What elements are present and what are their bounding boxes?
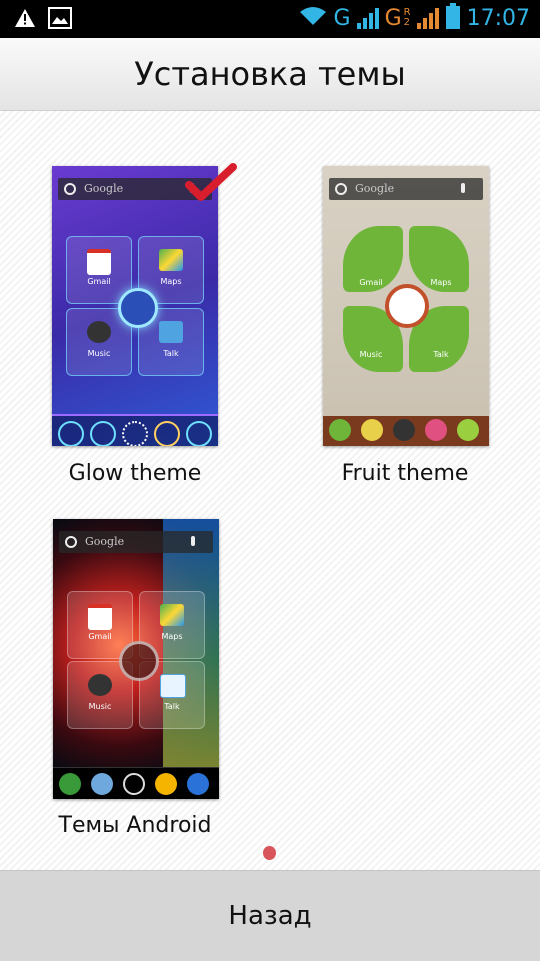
microphone-icon [461, 183, 465, 193]
signal-icon-2 [416, 7, 439, 29]
phone-icon [58, 421, 84, 446]
play-store-icon [118, 288, 158, 328]
browser-icon [186, 421, 212, 446]
messages-icon [154, 421, 180, 446]
signal-icon-1 [356, 7, 379, 29]
music-icon [87, 321, 111, 343]
contacts-icon [361, 419, 383, 441]
preview-search-bar: Google [59, 531, 213, 553]
wifi-icon [298, 5, 328, 31]
phone-icon [59, 773, 81, 795]
theme-label: Темы Android [58, 813, 212, 838]
footer-bar: Назад [0, 870, 540, 961]
theme-preview-glow[interactable]: Google Gmail Maps Music Talk [52, 166, 218, 446]
preview-sky [163, 519, 219, 799]
theme-label: Glow theme [68, 461, 202, 486]
preview-search-bar: Google [329, 178, 483, 200]
warning-icon [14, 7, 36, 33]
apps-icon [122, 421, 148, 446]
gmail-icon [88, 604, 112, 630]
talk-icon [159, 321, 183, 343]
preview-dock [53, 767, 219, 799]
gmail-icon [87, 249, 111, 275]
search-icon [64, 183, 76, 195]
picture-icon [48, 7, 72, 33]
microphone-icon [191, 536, 195, 546]
maps-icon [159, 249, 183, 271]
talk-icon [160, 674, 186, 698]
theme-preview-fruit[interactable]: Google Gmail Maps Music Talk [323, 166, 489, 446]
search-icon [65, 536, 77, 548]
contacts-icon [90, 421, 116, 446]
preview-dock [323, 416, 489, 446]
messages-icon [425, 419, 447, 441]
preview-dock [52, 414, 218, 446]
theme-label: Fruit theme [341, 461, 469, 486]
play-store-icon [119, 641, 159, 681]
theme-item-glow[interactable]: Google Gmail Maps Music Talk Glow theme [0, 111, 270, 491]
roaming-indicator: R2 [403, 7, 411, 28]
back-button[interactable]: Назад [0, 871, 540, 961]
theme-preview-android[interactable]: Google Gmail Maps Music Talk [53, 519, 219, 799]
status-bar: G G R2 17:07 [0, 0, 540, 38]
scroll-indicator [263, 846, 276, 860]
browser-icon [187, 773, 209, 795]
theme-grid: Google Gmail Maps Music Talk Glow theme … [0, 111, 540, 870]
contacts-icon [91, 773, 113, 795]
selected-check-icon [185, 163, 237, 207]
page-title: Установка темы [134, 55, 406, 93]
messages-icon [155, 773, 177, 795]
music-icon [88, 674, 112, 696]
apps-icon [393, 419, 415, 441]
play-store-icon [385, 284, 429, 328]
theme-item-fruit[interactable]: Google Gmail Maps Music Talk Fruit theme [270, 111, 540, 491]
apps-icon [123, 773, 145, 795]
theme-item-android[interactable]: Google Gmail Maps Music Talk Темы Androi… [0, 511, 270, 851]
network-type-1: G [333, 5, 351, 31]
browser-icon [457, 419, 479, 441]
battery-icon [445, 3, 461, 33]
maps-icon [160, 604, 184, 626]
title-bar: Установка темы [0, 38, 540, 111]
search-icon [335, 183, 347, 195]
network-type-2: G [384, 5, 402, 31]
clock: 17:07 [466, 5, 530, 31]
phone-icon [329, 419, 351, 441]
